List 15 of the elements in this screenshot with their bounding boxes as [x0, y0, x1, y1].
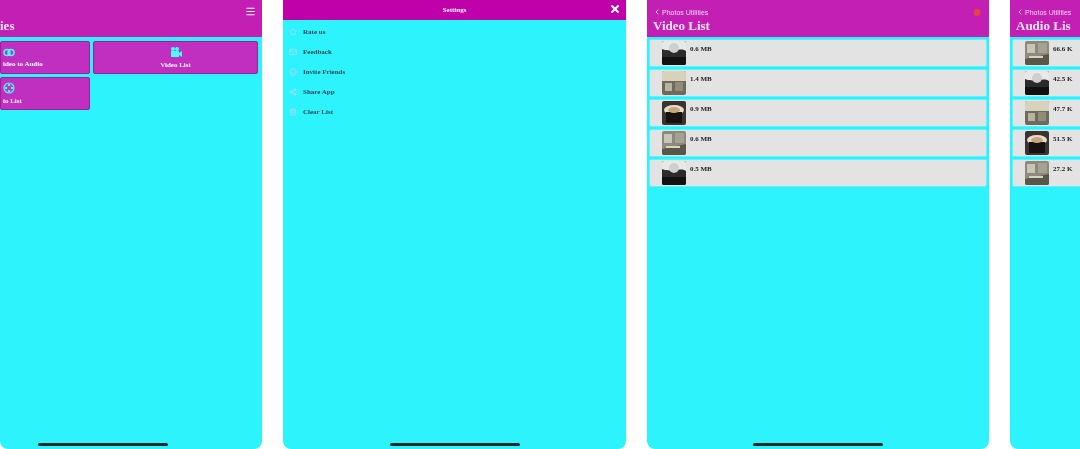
film-reel-icon: [3, 82, 15, 94]
screen-title: Video List: [653, 18, 711, 34]
envelope-icon: [289, 48, 297, 56]
menu-button[interactable]: [245, 6, 256, 17]
trash-icon: [289, 108, 297, 116]
close-button[interactable]: [609, 3, 621, 15]
chevron-left-icon: [1016, 8, 1024, 16]
screen-title: ies: [0, 18, 16, 34]
star-icon: [289, 28, 297, 36]
chevron-left-icon: [653, 8, 661, 16]
rings-icon: [3, 47, 15, 57]
video-camera-icon: [168, 46, 183, 58]
screen-title: Audio Lis: [1016, 18, 1072, 34]
smiley-icon: [289, 68, 297, 76]
share-icon: [289, 88, 297, 96]
